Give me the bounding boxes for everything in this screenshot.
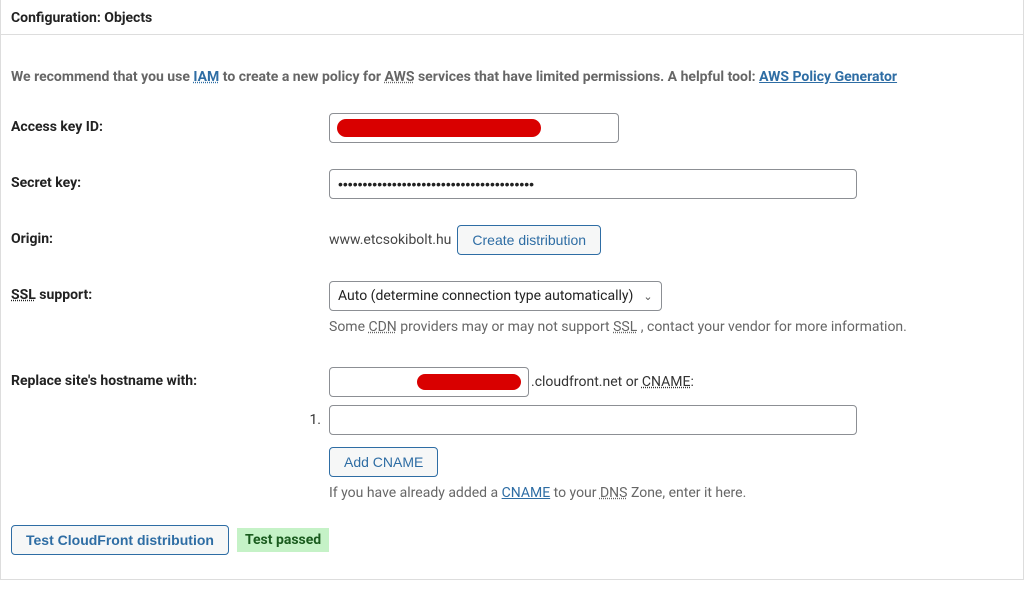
field-secret-key [329, 169, 1013, 199]
cname-input-1[interactable] [329, 405, 857, 435]
test-cloudfront-button[interactable]: Test CloudFront distribution [11, 525, 229, 555]
footer-row: Test CloudFront distribution Test passed [11, 525, 1013, 555]
hostname-input[interactable] [329, 367, 529, 397]
hostname-suffix: .cloudfront.net or CNAME: [531, 374, 694, 390]
label-hostname: Replace site's hostname with: [11, 367, 329, 389]
field-hostname: .cloudfront.net or CNAME: 1. Add CNAME I… [329, 367, 1013, 501]
add-cname-area: Add CNAME [329, 447, 1013, 477]
recommendation-text: We recommend that you use IAM to create … [11, 69, 1013, 85]
ssl-selected-text: Auto (determine connection type automati… [338, 288, 633, 304]
iam-link[interactable]: IAM [193, 69, 219, 85]
text: providers may or may not support [400, 319, 613, 335]
ssl-abbr: SSL [11, 287, 36, 303]
cname-row-1: 1. [329, 405, 1013, 435]
field-origin: www.etcsokibolt.hu Create distribution [329, 225, 1013, 255]
aws-abbr: AWS [385, 69, 415, 85]
content-area: We recommend that you use IAM to create … [1, 35, 1023, 579]
row-hostname: Replace site's hostname with: .cloudfron… [11, 367, 1013, 501]
create-distribution-button[interactable]: Create distribution [457, 225, 601, 255]
config-objects-page: Configuration: Objects We recommend that… [0, 0, 1024, 580]
text: Some [329, 319, 368, 335]
text: to create a new policy for [223, 69, 385, 85]
row-access-key: Access key ID: [11, 113, 1013, 143]
text: , contact your vendor for more informati… [641, 319, 907, 335]
text: .cloudfront.net or [531, 374, 642, 390]
redaction-overlay [329, 113, 619, 143]
text: : [690, 374, 693, 390]
cname-link[interactable]: CNAME [502, 485, 551, 501]
cdn-abbr: CDN [368, 319, 396, 335]
label-secret-key: Secret key: [11, 169, 329, 191]
redaction-overlay-host [329, 367, 529, 397]
test-passed-badge: Test passed [237, 528, 329, 552]
ssl-help-text: Some CDN providers may or may not suppor… [329, 319, 1013, 335]
row-origin: Origin: www.etcsokibolt.hu Create distri… [11, 225, 1013, 255]
label-origin: Origin: [11, 225, 329, 247]
text: support: [36, 287, 92, 303]
row-secret-key: Secret key: [11, 169, 1013, 199]
label-ssl: SSL support: [11, 281, 329, 303]
field-access-key [329, 113, 1013, 143]
origin-value: www.etcsokibolt.hu [329, 232, 451, 248]
chevron-down-icon: ⌄ [643, 290, 652, 303]
cname-abbr: CNAME [642, 374, 691, 390]
label-access-key: Access key ID: [11, 113, 329, 135]
field-ssl: Auto (determine connection type automati… [329, 281, 1013, 335]
row-ssl: SSL support: Auto (determine connection … [11, 281, 1013, 335]
access-key-input[interactable] [329, 113, 619, 143]
text: to your [554, 485, 600, 501]
text: Zone, enter it here. [631, 485, 746, 501]
ssl-abbr-2: SSL [613, 319, 637, 335]
cname-index: 1. [293, 412, 321, 428]
cname-help-text: If you have already added a CNAME to you… [329, 485, 1013, 501]
ssl-select[interactable]: Auto (determine connection type automati… [329, 281, 662, 311]
text: services that have limited permissions. … [418, 69, 759, 85]
hostname-line: .cloudfront.net or CNAME: [329, 367, 1013, 397]
add-cname-button[interactable]: Add CNAME [329, 447, 438, 477]
aws-policy-generator-link[interactable]: AWS Policy Generator [759, 69, 897, 85]
text: If you have already added a [329, 485, 502, 501]
secret-key-input[interactable] [329, 169, 857, 199]
page-title: Configuration: Objects [1, 0, 1023, 35]
dns-abbr: DNS [600, 485, 628, 501]
text: We recommend that you use [11, 69, 193, 85]
